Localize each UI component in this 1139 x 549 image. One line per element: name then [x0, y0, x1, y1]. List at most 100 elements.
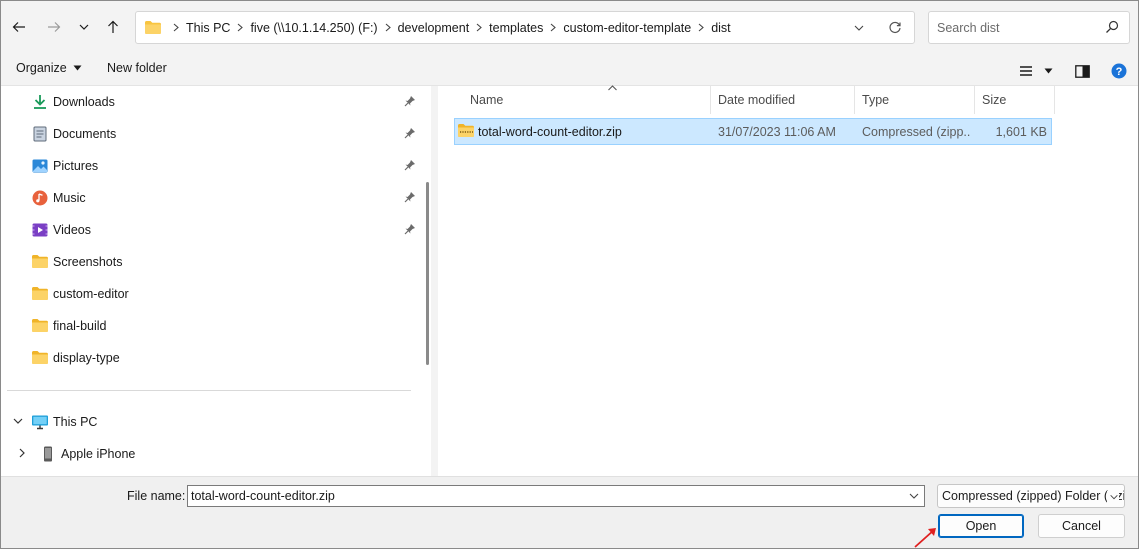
command-bar: Organize New folder ? [1, 55, 1138, 86]
pane-splitter[interactable] [431, 86, 438, 476]
nav-item-documents[interactable]: Documents [1, 118, 421, 150]
nav-item-label: display-type [53, 351, 120, 365]
pin-icon[interactable] [404, 191, 416, 203]
forward-button[interactable] [42, 15, 66, 39]
nav-item-downloads[interactable]: Downloads [1, 86, 421, 118]
chevron-down-icon [79, 24, 89, 30]
phone-icon [44, 446, 52, 462]
sort-ascending-icon [608, 85, 617, 91]
nav-item-this-pc[interactable]: This PC [1, 406, 421, 438]
caret-down-icon [73, 65, 82, 71]
organize-label: Organize [16, 61, 67, 75]
navigation-scrollbar[interactable] [426, 182, 429, 365]
chevron-right-icon[interactable] [17, 448, 27, 458]
breadcrumb-dist[interactable]: dist [711, 21, 730, 35]
preview-pane-button[interactable] [1075, 60, 1090, 82]
nav-item-label: Videos [53, 223, 91, 237]
nav-item-custom-editor[interactable]: custom-editor [1, 278, 421, 310]
up-arrow-icon [108, 20, 118, 33]
pin-icon[interactable] [404, 159, 416, 171]
nav-item-label: Screenshots [53, 255, 123, 269]
search-box[interactable] [928, 11, 1130, 44]
breadcrumb-this-pc[interactable]: This PC [186, 21, 230, 35]
organize-menu[interactable]: Organize [16, 61, 82, 75]
computer-icon [32, 415, 48, 430]
file-type-cell: Compressed (zipp... [862, 125, 970, 139]
help-button[interactable]: ? [1111, 60, 1127, 82]
breadcrumb-custom-editor-template[interactable]: custom-editor-template [563, 21, 691, 35]
column-header-label: Name [470, 93, 504, 107]
chevron-down-icon[interactable] [908, 490, 920, 502]
cancel-button[interactable]: Cancel [1038, 514, 1125, 538]
file-name-field[interactable]: total-word-count-editor.zip [187, 485, 925, 507]
new-folder-button[interactable]: New folder [107, 61, 167, 75]
back-arrow-icon [12, 22, 25, 32]
nav-item-display-type[interactable]: display-type [1, 342, 421, 374]
nav-item-label: Pictures [53, 159, 99, 173]
help-icon: ? [1111, 63, 1127, 79]
new-folder-label: New folder [107, 61, 167, 75]
navigation-pane: Downloads Documents Pictures Music Video… [1, 86, 431, 476]
nav-item-label: Music [53, 191, 86, 205]
column-header-label: Date modified [718, 93, 796, 107]
column-header-size[interactable]: Size [975, 86, 1055, 114]
svg-text:?: ? [1116, 66, 1123, 78]
nav-item-label: This PC [53, 415, 98, 429]
nav-item-apple-iphone[interactable]: Apple iPhone [1, 438, 421, 470]
file-type-value: Compressed (zipped) Folder (*.zip) [942, 489, 1125, 503]
preview-pane-icon [1075, 64, 1090, 78]
open-button[interactable]: Open [938, 514, 1024, 538]
music-icon [32, 190, 48, 206]
breadcrumb-separator-icon [469, 23, 489, 32]
column-header-name[interactable]: Name [463, 85, 711, 114]
nav-item-label: Apple iPhone [61, 447, 136, 461]
breadcrumb-network-drive[interactable]: five (\\10.1.14.250) (F:) [250, 21, 377, 35]
file-type-select[interactable]: Compressed (zipped) Folder (*.zip) [937, 484, 1125, 508]
address-history-dropdown[interactable] [842, 12, 876, 43]
nav-item-label: Documents [53, 127, 117, 141]
breadcrumb-templates[interactable]: templates [489, 21, 543, 35]
breadcrumb-separator-icon [378, 23, 398, 32]
view-options-button[interactable] [1019, 60, 1053, 82]
breadcrumb-separator-icon [691, 23, 711, 32]
chevron-down-icon[interactable] [13, 416, 23, 426]
pin-icon[interactable] [404, 127, 416, 139]
column-header-label: Size [982, 93, 1007, 107]
download-icon [34, 95, 46, 109]
nav-item-label: final-build [53, 319, 107, 333]
column-header-type[interactable]: Type [855, 86, 975, 114]
nav-item-pictures[interactable]: Pictures [1, 150, 421, 182]
address-row: This PC five (\\10.1.14.250) (F:) develo… [1, 1, 1138, 55]
file-date-cell: 31/07/2023 11:06 AM [718, 125, 836, 139]
nav-item-videos[interactable]: Videos [1, 214, 421, 246]
refresh-icon [889, 21, 901, 33]
column-header-label: Type [862, 93, 890, 107]
recent-locations-button[interactable] [72, 15, 96, 39]
refresh-button[interactable] [876, 12, 914, 43]
up-button[interactable] [101, 15, 125, 39]
breadcrumb-separator-icon [230, 23, 250, 32]
file-name-value: total-word-count-editor.zip [191, 489, 335, 503]
file-list-pane: Name Date modified Type Size total-word-… [438, 85, 1138, 476]
caret-down-icon [1044, 68, 1053, 74]
folder-icon [32, 351, 48, 364]
zip-folder-icon [458, 124, 474, 137]
folder-icon [32, 255, 48, 268]
pin-icon[interactable] [404, 95, 416, 107]
breadcrumb-development[interactable]: development [398, 21, 470, 35]
back-button[interactable] [7, 15, 31, 39]
nav-item-final-build[interactable]: final-build [1, 310, 421, 342]
column-header-date-modified[interactable]: Date modified [711, 86, 855, 114]
table-row[interactable]: total-word-count-editor.zip 31/07/2023 1… [454, 118, 1052, 145]
search-input[interactable] [937, 20, 1097, 35]
nav-item-screenshots[interactable]: Screenshots [1, 246, 421, 278]
address-bar[interactable]: This PC five (\\10.1.14.250) (F:) develo… [135, 11, 915, 44]
chevron-down-icon [854, 25, 864, 31]
file-open-dialog: This PC five (\\10.1.14.250) (F:) develo… [0, 0, 1139, 549]
search-icon[interactable] [1105, 20, 1119, 34]
folder-icon [32, 287, 48, 300]
nav-item-label: custom-editor [53, 287, 129, 301]
nav-item-music[interactable]: Music [1, 182, 421, 214]
pin-icon[interactable] [404, 223, 416, 235]
folder-icon [145, 21, 161, 34]
